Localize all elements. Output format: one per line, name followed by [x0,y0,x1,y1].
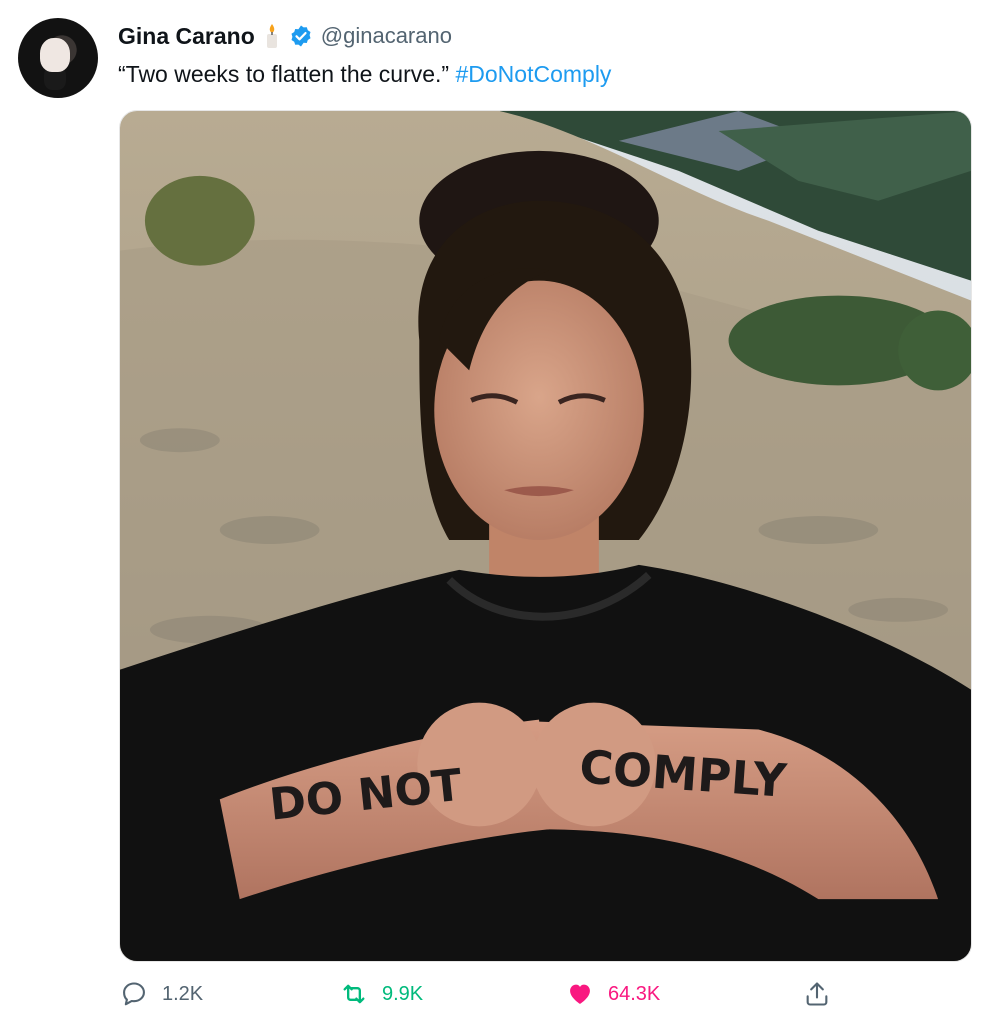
author-avatar[interactable] [18,18,98,98]
like-button[interactable]: 64.3K [566,980,660,1008]
share-icon [806,982,828,1006]
tweet-header: Gina Carano @ginacarano [118,18,452,54]
verified-badge-icon [289,24,313,48]
retweet-button[interactable]: 9.9K [340,980,423,1008]
retweet-icon [343,984,365,1004]
heart-icon [570,984,590,1004]
reply-button[interactable]: 1.2K [120,980,203,1008]
like-count: 64.3K [608,982,661,1005]
share-button[interactable] [803,980,831,1008]
candle-icon [263,23,281,49]
tweet-quote: “Two weeks to flatten the curve.” [118,61,450,87]
author-handle[interactable]: @ginacarano [321,23,452,49]
hashtag-link[interactable]: #DoNotComply [455,61,611,87]
tweet-photo[interactable]: DO NOT COMPLY [119,110,972,962]
tweet-actions: 1.2K 9.9K 64.3K [0,972,993,1018]
tweet-text: “Two weeks to flatten the curve.” #DoNot… [118,58,611,90]
reply-icon [123,982,145,1006]
author-name[interactable]: Gina Carano [118,23,255,50]
retweet-count: 9.9K [382,982,424,1005]
reply-count: 1.2K [162,982,204,1005]
